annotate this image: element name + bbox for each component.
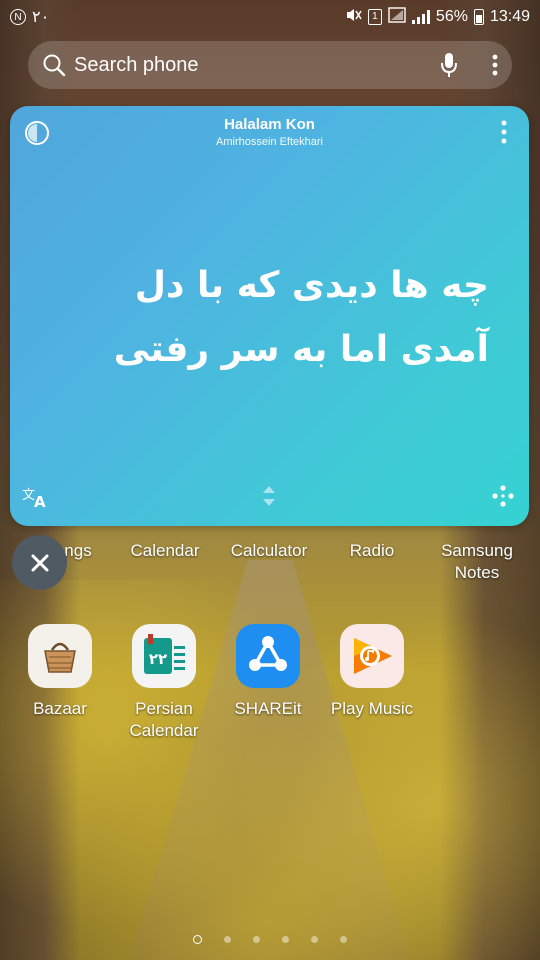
page-dot[interactable] [253, 936, 260, 943]
close-widget-button[interactable] [12, 535, 67, 590]
status-bar: N ٢٠ 1 56% 13:49 [0, 0, 540, 34]
calendar-icon: ٢٢ [132, 624, 196, 688]
sim-badge: 1 [367, 9, 382, 25]
search-input[interactable]: Search phone [74, 54, 440, 77]
page-dot[interactable] [340, 936, 347, 943]
app-name: Play Music [330, 699, 414, 718]
song-title: Halalam Kon [224, 116, 315, 133]
search-icon [42, 53, 66, 77]
calendar-badge: ٢٢ [149, 650, 167, 668]
page-indicator[interactable] [0, 935, 540, 944]
resize-handle-icon[interactable] [261, 484, 277, 512]
lyrics-text: چه ها دیدی که با دل آمدی اما به سر رفتی [10, 254, 489, 382]
page-dot[interactable] [282, 936, 289, 943]
app-persian-calendar[interactable]: ٢٢ Persian Calendar [114, 624, 214, 742]
app-name: SHAREit [234, 699, 302, 718]
lyrics-line: آمدی اما به سر رفتی [113, 329, 489, 370]
more-options-icon[interactable] [492, 54, 498, 76]
move-handle-icon[interactable] [491, 484, 515, 512]
app-label-samsung-notes[interactable]: Samsung Notes [434, 540, 520, 584]
lyrics-widget[interactable]: Halalam Kon Amirhossein Eftekhari چه ها … [10, 106, 529, 526]
share-icon [236, 624, 300, 688]
basket-icon [28, 624, 92, 688]
battery-percent: 56% [435, 8, 468, 25]
app-play-music[interactable]: Play Music [322, 624, 422, 720]
notification-icon: N [10, 9, 26, 25]
app-label-calendar[interactable]: Calendar [124, 540, 206, 562]
page-dot-home[interactable] [193, 935, 202, 944]
artist-name: Amirhossein Eftekhari [216, 136, 323, 148]
wifi-signal-icon [388, 6, 406, 28]
app-name: Persian Calendar [129, 699, 199, 740]
app-name: Bazaar [33, 699, 87, 718]
cell-signal-icon [411, 10, 430, 24]
microphone-icon[interactable] [440, 52, 458, 78]
lyrics-line: چه ها دیدی که با دل [134, 265, 489, 306]
svg-text:A: A [34, 493, 46, 508]
close-icon [31, 554, 48, 571]
search-bar[interactable]: Search phone [28, 41, 512, 89]
play-music-icon [340, 624, 404, 688]
app-label-radio[interactable]: Radio [340, 540, 404, 562]
battery-icon [473, 9, 484, 25]
page-dot[interactable] [311, 936, 318, 943]
page-dot[interactable] [224, 936, 231, 943]
clock: 13:49 [489, 8, 530, 25]
mute-vibrate-icon [344, 7, 362, 28]
app-bazaar[interactable]: Bazaar [10, 624, 110, 720]
translate-icon[interactable]: 文A [22, 486, 50, 512]
app-label-calculator[interactable]: Calculator [224, 540, 314, 562]
app-shareit[interactable]: SHAREit [218, 624, 318, 720]
status-left-indicator: ٢٠ [32, 9, 50, 26]
widget-menu-icon[interactable] [501, 120, 507, 148]
